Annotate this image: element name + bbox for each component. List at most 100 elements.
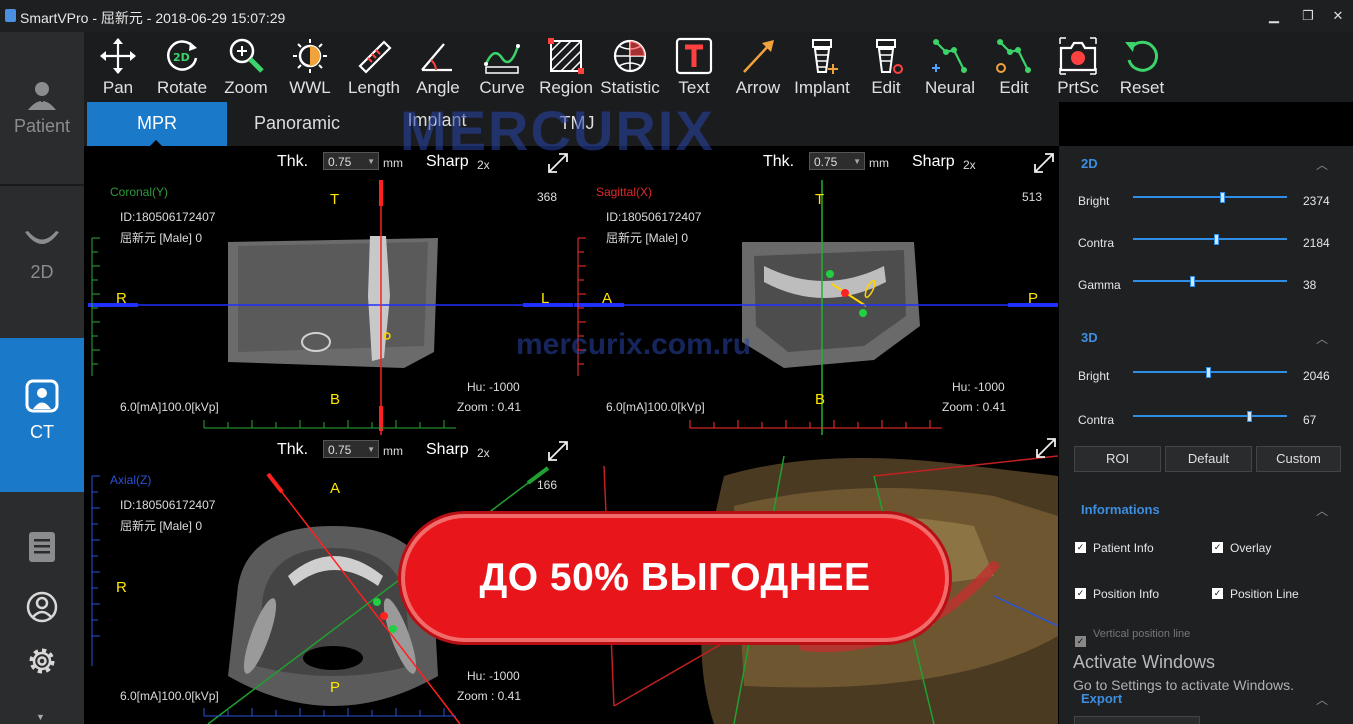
export-collapse-icon[interactable]: ︿: [1316, 691, 1328, 708]
overlay-checkbox[interactable]: ✓: [1212, 542, 1223, 553]
axial-slice-number: 166: [537, 478, 558, 492]
patient-info-checkbox[interactable]: ✓: [1075, 542, 1086, 553]
sagittal-thickness-select[interactable]: 0.75 ▼: [809, 152, 865, 170]
contra-2d-value: 2184: [1303, 236, 1330, 250]
coronal-slice-number: 368: [537, 190, 558, 204]
coronal-exposure: 6.0[mA]100.0[kVp]: [120, 400, 219, 414]
activate-windows-title: Activate Windows: [1073, 652, 1216, 672]
promo-banner[interactable]: ДО 50% ВЫГОДНЕЕ: [405, 518, 945, 638]
gamma-2d-slider-track[interactable]: [1133, 280, 1287, 282]
axial-maximize-icon[interactable]: [547, 440, 569, 462]
tab-panoramic[interactable]: Panoramic: [227, 102, 367, 146]
tool-reset-button[interactable]: Reset: [1110, 32, 1174, 102]
tool-label: Curve: [479, 78, 525, 97]
custom-button[interactable]: Custom: [1256, 446, 1341, 472]
tool-angle-button[interactable]: Angle: [406, 32, 470, 102]
nav-scroll-down-icon[interactable]: ▼: [36, 712, 45, 722]
nav-2d[interactable]: 2D: [0, 228, 84, 318]
settings-gear-icon[interactable]: [25, 644, 59, 678]
sagittal-maximize-icon[interactable]: [1033, 152, 1055, 174]
tool-label: Pan: [102, 78, 134, 97]
tool-label: Rotate: [156, 78, 208, 97]
nav-ct[interactable]: CT: [0, 338, 84, 492]
chevron-down-icon: ▼: [367, 445, 375, 454]
sagittal-orient-bottom: B: [815, 391, 826, 408]
contra-2d-slider-track[interactable]: [1133, 238, 1287, 240]
tool-label: Edit: [999, 78, 1029, 97]
tool-text-button[interactable]: Text: [662, 32, 726, 102]
close-button[interactable]: ✕: [1326, 6, 1350, 26]
title-bar: SmartVPro - 屈新元 - 2018-06-29 15:07:29 ▁ …: [0, 0, 1353, 32]
sagittal-sharp-factor[interactable]: 2x: [963, 158, 976, 172]
reset-icon: [1125, 40, 1158, 72]
coronal-thickness-select[interactable]: 0.75 ▼: [323, 152, 379, 170]
maximize-button[interactable]: ❐: [1296, 6, 1320, 26]
vertical-line-checkbox[interactable]: ✓: [1075, 636, 1086, 647]
default-button[interactable]: Default: [1165, 446, 1252, 472]
export-title: Export: [1081, 691, 1123, 706]
tool-statistic-button[interactable]: Statistic: [598, 32, 662, 102]
neural-icon: [932, 39, 967, 73]
section-3d-collapse-icon[interactable]: ︿: [1316, 330, 1328, 347]
bright-3d-value: 2046: [1303, 369, 1330, 383]
gamma-2d-slider-knob[interactable]: [1189, 276, 1195, 287]
app-icon: [5, 9, 16, 22]
tool-region-button[interactable]: Region: [534, 32, 598, 102]
tool-neural-button[interactable]: Neural: [918, 32, 982, 102]
tool-zoom-button[interactable]: Zoom: [214, 32, 278, 102]
window-title: SmartVPro - 屈新元 - 2018-06-29 15:07:29: [20, 10, 286, 26]
overlay-label: Overlay: [1230, 541, 1272, 555]
axial-sharp-factor[interactable]: 2x: [477, 446, 490, 460]
axial-patient-name: 屈新元 [Male] 0: [120, 519, 203, 533]
user-icon[interactable]: [25, 590, 59, 624]
volume-maximize-icon[interactable]: [1035, 437, 1057, 459]
bright-3d-slider-knob[interactable]: [1206, 367, 1212, 378]
text-icon: [675, 37, 713, 75]
export-field[interactable]: [1074, 716, 1200, 724]
tool-rotate-button[interactable]: 2D Rotate: [150, 32, 214, 102]
tool-edit-button[interactable]: Edit: [982, 32, 1046, 102]
tool-label: Region: [539, 78, 593, 97]
tool-label: Arrow: [735, 78, 781, 97]
neural-edit-icon: [996, 39, 1031, 73]
gamma-2d-label: Gamma: [1078, 278, 1121, 292]
tool-prtsc-button[interactable]: PrtSc: [1046, 32, 1110, 102]
sagittal-view-name: Sagittal(X): [596, 185, 653, 199]
patient-icon: [28, 82, 56, 110]
informations-collapse-icon[interactable]: ︿: [1316, 502, 1328, 519]
axial-thk-label: Thk.: [277, 441, 309, 458]
bright-2d-value: 2374: [1303, 194, 1330, 208]
position-info-checkbox[interactable]: ✓: [1075, 588, 1086, 599]
nav-patient[interactable]: Patient: [0, 72, 84, 182]
tool-length-button[interactable]: Length: [342, 32, 406, 102]
tool-curve-button[interactable]: Curve: [470, 32, 534, 102]
roi-button[interactable]: ROI: [1074, 446, 1161, 472]
patient-info-label: Patient Info: [1093, 541, 1154, 555]
bright-2d-slider-knob[interactable]: [1220, 192, 1226, 203]
bright-2d-slider-track[interactable]: [1133, 196, 1287, 198]
contra-3d-slider-track[interactable]: [1133, 415, 1287, 417]
sagittal-thickness-value: 0.75: [814, 155, 838, 169]
tool-implant-button[interactable]: Implant: [790, 32, 854, 102]
brand-watermark: MERCURIX: [400, 99, 715, 162]
position-line-checkbox[interactable]: ✓: [1212, 588, 1223, 599]
tool-arrow-button[interactable]: Arrow: [726, 32, 790, 102]
tab-mpr-label: MPR: [137, 113, 177, 133]
nav-report[interactable]: [0, 530, 84, 590]
section-2d-collapse-icon[interactable]: ︿: [1316, 156, 1328, 173]
axial-thickness-select[interactable]: 0.75 ▼: [323, 440, 379, 458]
tool-pan-button[interactable]: Pan: [86, 32, 150, 102]
contra-3d-slider-knob[interactable]: [1246, 411, 1252, 422]
tool-edit-button[interactable]: Edit: [854, 32, 918, 102]
chevron-down-icon: ▼: [853, 157, 861, 166]
implant-edit-icon: [876, 39, 903, 74]
coronal-hu: Hu: -1000: [467, 380, 520, 394]
tool-wwl-button[interactable]: WWL: [278, 32, 342, 102]
report-icon: [29, 532, 55, 562]
tool-label: Implant: [794, 78, 850, 97]
contra-2d-slider-knob[interactable]: [1214, 234, 1220, 245]
svg-text:2D: 2D: [173, 51, 190, 64]
coronal-thickness-value: 0.75: [328, 155, 352, 169]
sagittal-exposure: 6.0[mA]100.0[kVp]: [606, 400, 705, 414]
minimize-button[interactable]: ▁: [1262, 6, 1286, 26]
